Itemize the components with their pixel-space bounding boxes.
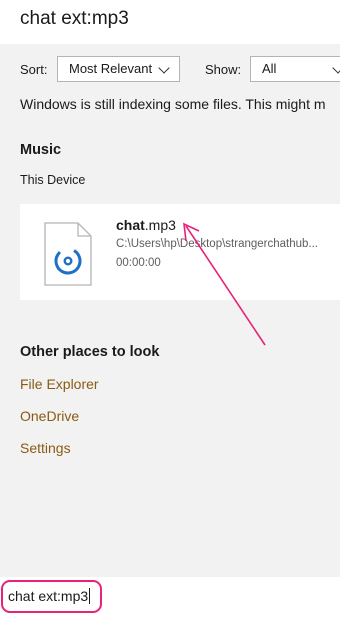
chevron-down-icon (332, 62, 340, 74)
page-title: chat ext:mp3 (20, 8, 129, 29)
settings-link[interactable]: Settings (20, 440, 71, 456)
file-explorer-link[interactable]: File Explorer (20, 376, 99, 392)
search-input-value: chat ext:mp3 (8, 588, 89, 604)
result-name-extension: .mp3 (144, 217, 176, 233)
show-label: Show: (205, 62, 242, 77)
show-dropdown-value: All (262, 61, 277, 76)
result-duration: 00:00:00 (116, 257, 161, 269)
result-file-path: C:\Users\hp\Desktop\strangerchathub... (116, 238, 318, 250)
music-heading: Music (20, 142, 62, 158)
search-result-item[interactable]: chat.mp3 C:\Users\hp\Desktop\strangercha… (20, 204, 340, 300)
other-places-heading: Other places to look (20, 344, 160, 360)
result-file-name: chat.mp3 (116, 217, 176, 233)
onedrive-link[interactable]: OneDrive (20, 408, 79, 424)
search-bar[interactable]: chat ext:mp3 (0, 577, 340, 617)
indexing-notice: Windows is still indexing some files. Th… (20, 96, 326, 112)
sort-label: Sort: (20, 62, 48, 77)
search-input[interactable]: chat ext:mp3 (8, 588, 91, 604)
chevron-down-icon (158, 62, 170, 74)
result-name-match: chat (116, 217, 145, 233)
text-caret (89, 588, 91, 604)
filter-row: Sort: Most Relevant Show: All (0, 56, 340, 84)
music-file-icon (44, 222, 92, 286)
sort-dropdown-value: Most Relevant (69, 61, 153, 76)
annotation-arrow (183, 222, 266, 346)
search-results-header: chat ext:mp3 (0, 0, 340, 44)
location-label: This Device (20, 173, 86, 187)
show-dropdown[interactable]: All (250, 56, 340, 82)
sort-dropdown[interactable]: Most Relevant (57, 56, 180, 82)
